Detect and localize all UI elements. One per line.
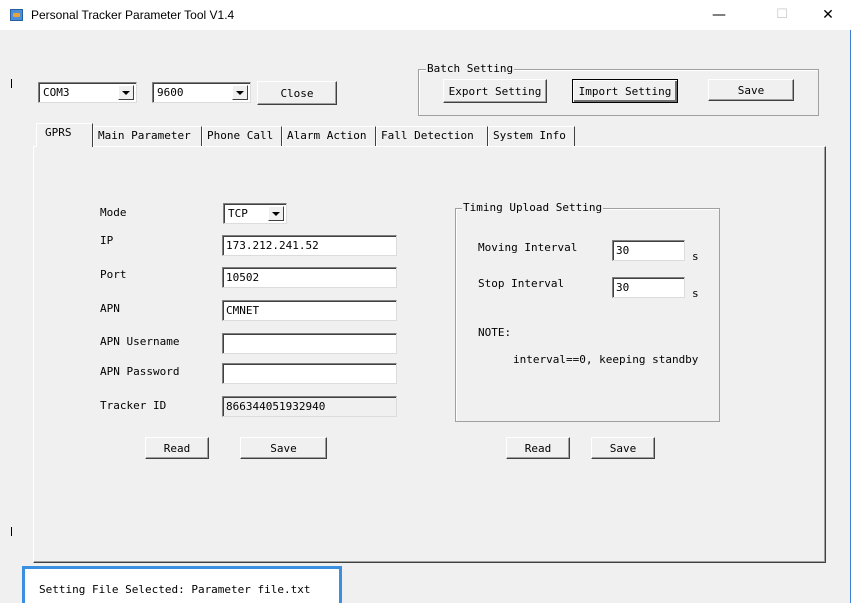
moving-interval-label: Moving Interval — [478, 241, 578, 254]
ip-label: IP — [100, 234, 114, 247]
tab-phone-call[interactable]: Phone Call — [202, 126, 282, 146]
tab-gprs[interactable]: GPRS — [36, 123, 93, 147]
apn-password-label: APN Password — [100, 365, 180, 378]
batch-setting-title: Batch Setting — [426, 62, 515, 75]
baud-value: 9600 — [157, 86, 184, 99]
chevron-down-icon[interactable] — [118, 85, 134, 100]
note-label: NOTE: — [478, 326, 512, 339]
app-icon — [10, 9, 23, 21]
port-value: COM3 — [43, 86, 70, 99]
note-text: interval==0, keeping standby — [513, 353, 699, 366]
close-port-button[interactable]: Close — [257, 81, 337, 105]
tracker-id-input[interactable]: 866344051932940 — [222, 396, 397, 417]
moving-interval-input[interactable]: 30 — [612, 240, 685, 261]
apn-username-label: APN Username — [100, 335, 180, 348]
stop-interval-label: Stop Interval — [478, 277, 565, 290]
apn-input[interactable]: CMNET — [222, 300, 397, 321]
port-input[interactable]: 10502 — [222, 267, 397, 288]
port-label: Port — [100, 268, 127, 281]
batch-save-button[interactable]: Save — [708, 79, 794, 101]
chevron-down-icon[interactable] — [268, 206, 284, 221]
tracker-id-label: Tracker ID — [100, 399, 167, 412]
mode-value: TCP — [228, 207, 248, 220]
mode-select[interactable]: TCP — [223, 203, 287, 224]
apn-label: APN — [100, 302, 120, 315]
tab-fall-detection[interactable]: Fall Detection — [376, 126, 488, 146]
ip-input[interactable]: 173.212.241.52 — [222, 235, 397, 256]
baud-select[interactable]: 9600 — [152, 82, 251, 103]
timing-upload-title: Timing Upload Setting — [462, 201, 604, 214]
minimize-button[interactable]: — — [696, 0, 742, 30]
moving-interval-unit: s — [692, 250, 699, 263]
gprs-read-button[interactable]: Read — [145, 437, 209, 459]
maximize-button: ☐ — [776, 7, 788, 22]
status-text: Setting File Selected: Parameter file.tx… — [39, 583, 311, 596]
close-window-button[interactable]: ✕ — [805, 0, 851, 30]
gprs-save-button[interactable]: Save — [240, 437, 327, 459]
import-setting-button[interactable]: Import Setting — [572, 79, 678, 103]
apn-password-input[interactable] — [222, 363, 397, 384]
tab-alarm-action[interactable]: Alarm Action — [282, 126, 376, 146]
port-select[interactable]: COM3 — [38, 82, 137, 103]
edge-mark — [11, 79, 12, 88]
tab-system-info[interactable]: System Info — [488, 126, 575, 146]
timing-read-button[interactable]: Read — [506, 437, 570, 459]
title-bar[interactable]: Personal Tracker Parameter Tool V1.4 — ☐… — [0, 0, 851, 30]
mode-label: Mode — [100, 206, 127, 219]
stop-interval-unit: s — [692, 287, 699, 300]
edge-mark — [11, 527, 12, 536]
status-bar: Setting File Selected: Parameter file.tx… — [22, 566, 342, 603]
apn-username-input[interactable] — [222, 333, 397, 354]
window-title: Personal Tracker Parameter Tool V1.4 — [31, 8, 235, 22]
export-setting-button[interactable]: Export Setting — [443, 79, 547, 103]
tab-main-parameter[interactable]: Main Parameter — [93, 126, 202, 146]
timing-save-button[interactable]: Save — [591, 437, 655, 459]
chevron-down-icon[interactable] — [232, 85, 248, 100]
stop-interval-input[interactable]: 30 — [612, 277, 685, 298]
